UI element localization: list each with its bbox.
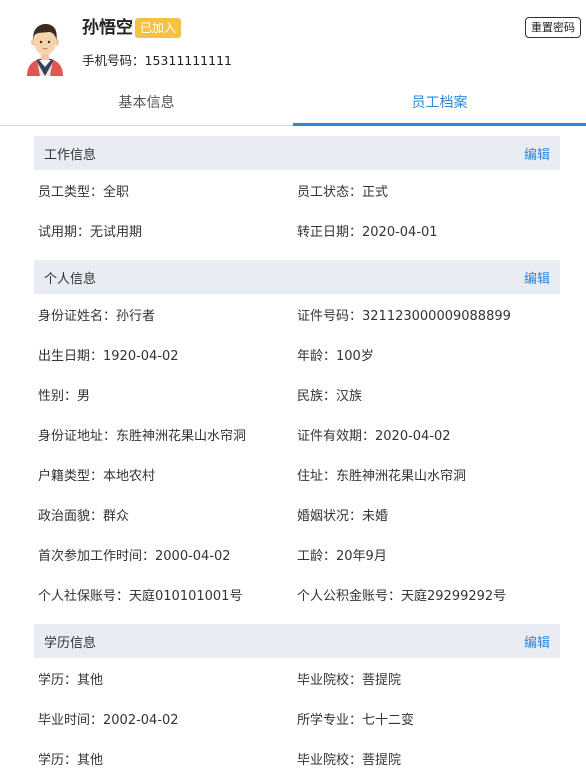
info-row: 学历：其他 毕业院校：菩提院 — [34, 738, 560, 778]
field-gender: 性别：男 — [38, 388, 91, 404]
avatar-icon — [27, 24, 63, 76]
info-row: 身份证地址：东胜神洲花果山水帘洞 证件有效期：2020-04-02 — [34, 414, 560, 454]
field-age: 年龄：100岁 — [297, 348, 374, 364]
phone-value: 15311111111 — [144, 53, 232, 68]
section-title: 个人信息 — [44, 271, 97, 287]
tab-employee-file[interactable]: 员工档案 — [293, 84, 586, 126]
field-birth-date: 出生日期：1920-04-02 — [38, 348, 179, 364]
joined-status-badge: 已加入 — [135, 18, 182, 38]
field-housing-fund-account: 个人公积金账号：天庭29299292号 — [297, 588, 507, 604]
info-row: 身份证姓名：孙行者 证件号码：321123000009088899 — [34, 294, 560, 334]
info-row: 首次参加工作时间：2000-04-02 工龄：20年9月 — [34, 534, 560, 574]
field-residence: 住址：东胜神洲花果山水帘洞 — [297, 468, 467, 484]
field-ethnicity: 民族：汉族 — [297, 388, 363, 404]
info-row: 出生日期：1920-04-02 年龄：100岁 — [34, 334, 560, 374]
info-row: 学历：其他 毕业院校：菩提院 — [34, 658, 560, 698]
field-probation: 试用期：无试用期 — [38, 224, 143, 240]
field-graduate-school: 毕业院校：菩提院 — [297, 672, 402, 688]
field-id-name: 身份证姓名：孙行者 — [38, 308, 156, 324]
section-work-info: 工作信息 编辑 员工类型：全职 员工状态：正式 试用期：无试用期 转正日期：20… — [34, 136, 560, 250]
field-employee-status: 员工状态：正式 — [297, 184, 389, 200]
field-social-security-account: 个人社保账号：天庭010101001号 — [38, 588, 243, 604]
phone-number: 手机号码：15311111111 — [82, 52, 232, 70]
section-header: 学历信息 编辑 — [34, 624, 560, 658]
section-personal-info: 个人信息 编辑 身份证姓名：孙行者 证件号码：32112300000908889… — [34, 260, 560, 614]
field-graduate-school: 毕业院校：菩提院 — [297, 752, 402, 768]
field-id-number: 证件号码：321123000009088899 — [297, 308, 511, 324]
info-row: 政治面貌：群众 婚姻状况：未婚 — [34, 494, 560, 534]
field-graduation-date: 毕业时间：2002-04-02 — [38, 712, 179, 728]
field-id-expiry: 证件有效期：2020-04-02 — [297, 428, 451, 444]
section-title: 工作信息 — [44, 147, 97, 163]
employee-name: 孙悟空 — [82, 18, 133, 38]
info-row: 试用期：无试用期 转正日期：2020-04-01 — [34, 210, 560, 250]
section-education-info: 学历信息 编辑 学历：其他 毕业院校：菩提院 毕业时间：2002-04-02 所… — [34, 624, 560, 778]
field-id-address: 身份证地址：东胜神洲花果山水帘洞 — [38, 428, 247, 444]
info-row: 性别：男 民族：汉族 — [34, 374, 560, 414]
section-title: 学历信息 — [44, 635, 97, 651]
info-row: 户籍类型：本地农村 住址：东胜神洲花果山水帘洞 — [34, 454, 560, 494]
tab-basic-info[interactable]: 基本信息 — [0, 84, 293, 125]
edit-personal-info-button[interactable]: 编辑 — [524, 268, 550, 287]
field-political-status: 政治面貌：群众 — [38, 508, 130, 524]
field-major: 所学专业：七十二变 — [297, 712, 415, 728]
section-header: 个人信息 编辑 — [34, 260, 560, 294]
edit-education-info-button[interactable]: 编辑 — [524, 632, 550, 651]
field-work-years: 工龄：20年9月 — [297, 548, 387, 564]
info-row: 员工类型：全职 员工状态：正式 — [34, 170, 560, 210]
tab-bar: 基本信息 员工档案 — [0, 84, 586, 126]
field-education: 学历：其他 — [38, 752, 104, 768]
field-regularization-date: 转正日期：2020-04-01 — [297, 224, 438, 240]
field-marital-status: 婚姻状况：未婚 — [297, 508, 389, 524]
reset-password-button[interactable]: 重置密码 — [525, 17, 581, 38]
field-household-type: 户籍类型：本地农村 — [38, 468, 156, 484]
employee-file-content: 工作信息 编辑 员工类型：全职 员工状态：正式 试用期：无试用期 转正日期：20… — [0, 126, 586, 778]
section-header: 工作信息 编辑 — [34, 136, 560, 170]
field-first-work-date: 首次参加工作时间：2000-04-02 — [38, 548, 231, 564]
profile-header: 孙悟空 已加入 手机号码：15311111111 重置密码 — [0, 0, 586, 84]
phone-label: 手机号码： — [82, 53, 145, 68]
info-row: 毕业时间：2002-04-02 所学专业：七十二变 — [34, 698, 560, 738]
field-employee-type: 员工类型：全职 — [38, 184, 130, 200]
edit-work-info-button[interactable]: 编辑 — [524, 144, 550, 163]
field-education: 学历：其他 — [38, 672, 104, 688]
info-row: 个人社保账号：天庭010101001号 个人公积金账号：天庭29299292号 — [34, 574, 560, 614]
